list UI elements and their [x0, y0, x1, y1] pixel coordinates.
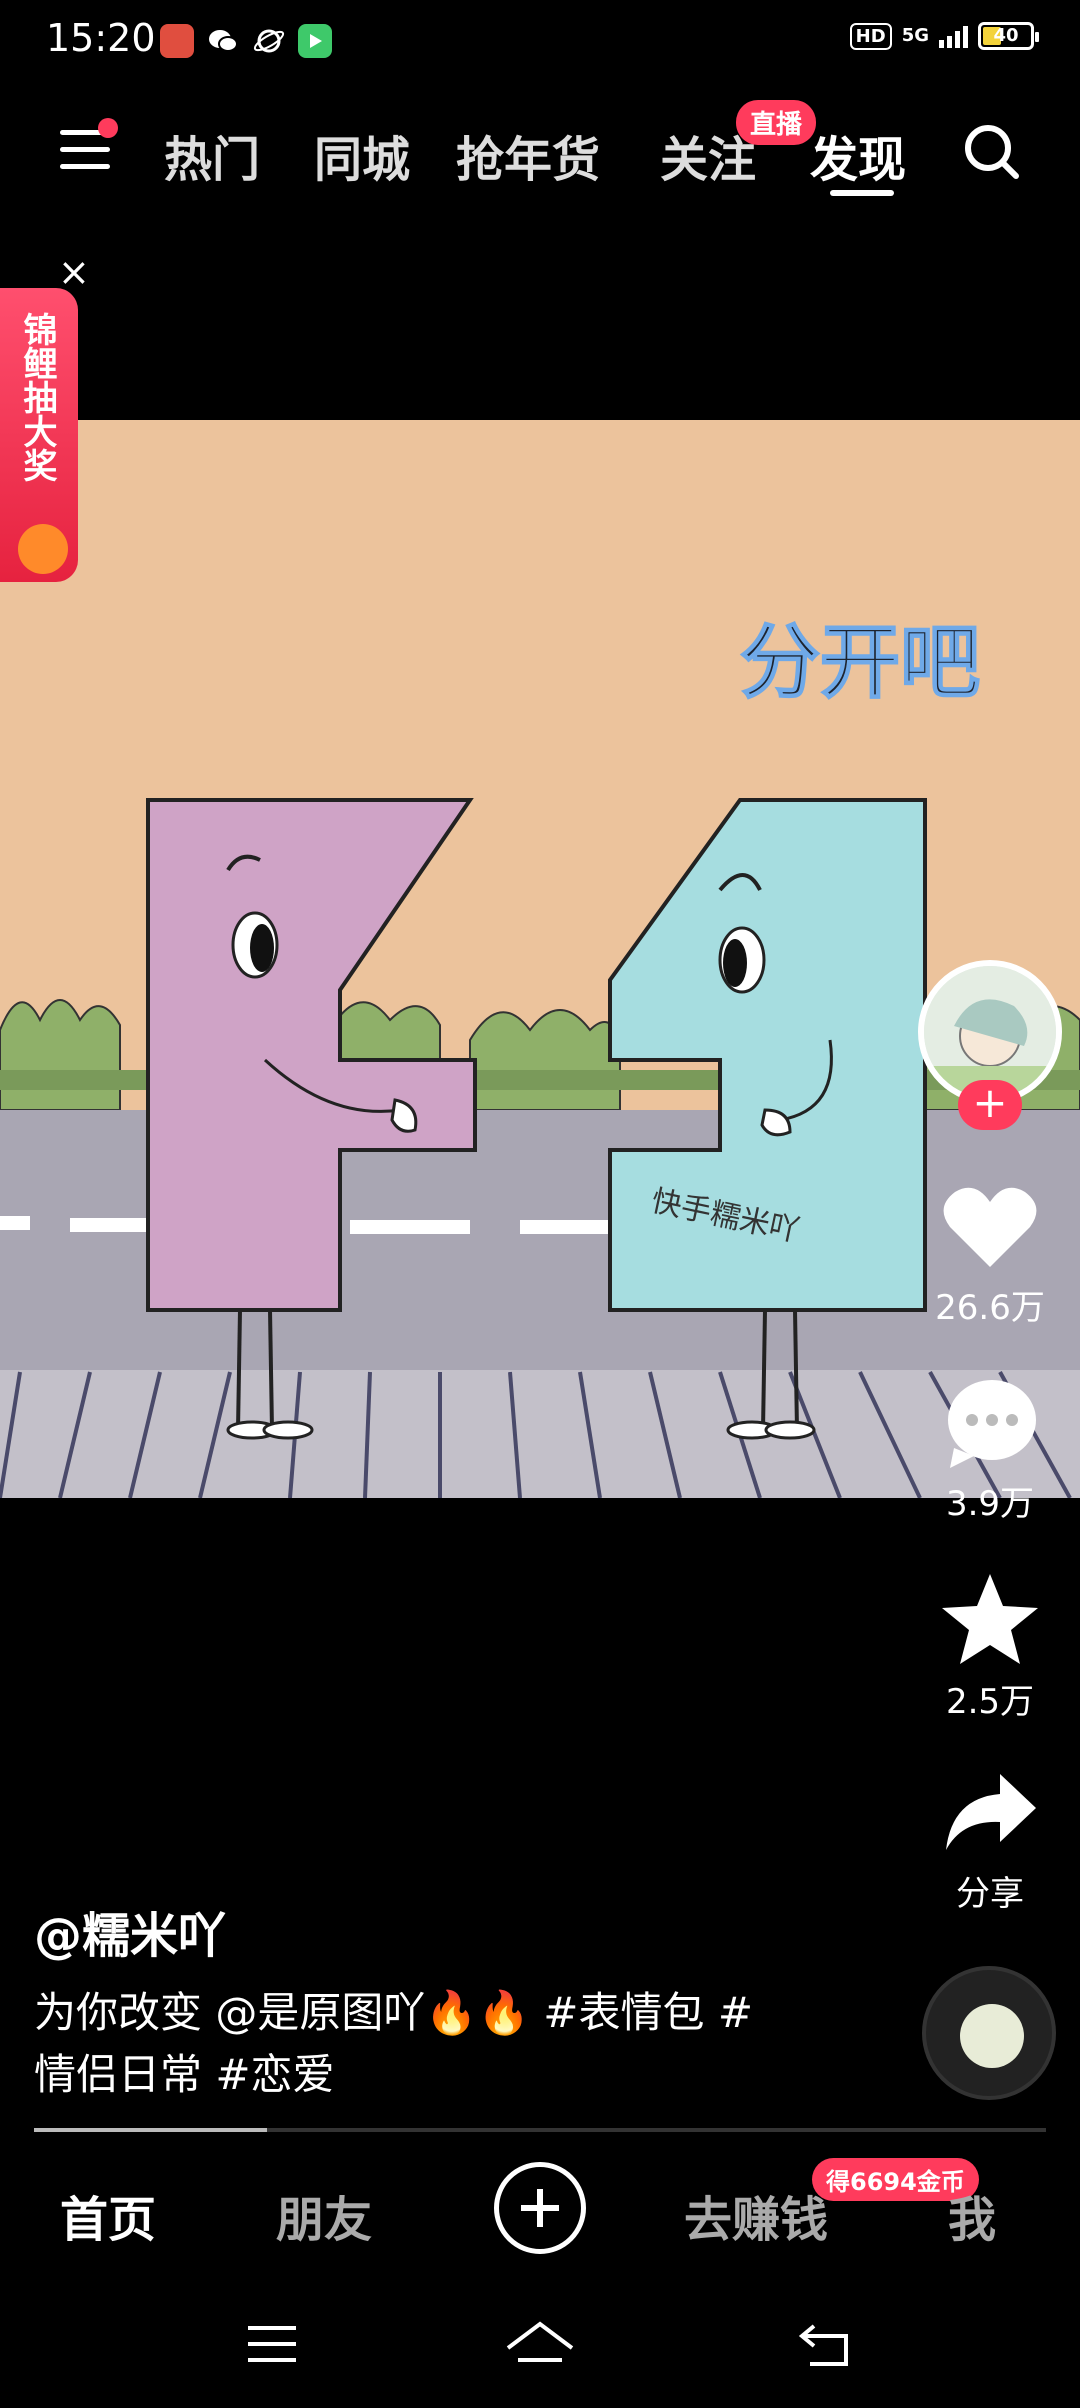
tab-new-year-shopping[interactable]: 抢年货 [456, 120, 600, 190]
video-app-icon [160, 24, 194, 58]
video-player[interactable]: 分开吧 快手糯米吖 [0, 420, 1080, 1498]
battery-icon: 40 [978, 22, 1039, 50]
kuaishou-video-screen: 15:20 HD 5G 40 热门 同城 抢年货 关注 直播 发现 分开吧 快手… [0, 0, 1080, 2408]
nav-home[interactable]: 首页 [60, 2180, 156, 2250]
tab-discover[interactable]: 发现 [810, 120, 906, 190]
top-nav: 热门 同城 抢年货 关注 直播 发现 [0, 100, 1080, 200]
signal-icon [939, 24, 968, 48]
planet-icon [252, 24, 286, 58]
bottom-nav: 首页 朋友 去赚钱 得6694金币 我 [0, 2150, 1080, 2270]
wechat-icon [206, 24, 240, 58]
share-button[interactable]: 分享 [910, 1768, 1070, 1915]
koi-fish-icon [18, 524, 68, 574]
search-icon[interactable] [962, 122, 1022, 182]
status-time: 15:20 [46, 16, 156, 60]
tab-local[interactable]: 同城 [314, 120, 410, 190]
video-progress-bar[interactable] [34, 2128, 1046, 2132]
author-name[interactable]: @糯米吖 [34, 1896, 226, 1966]
status-bar: 15:20 HD 5G 40 [0, 0, 1080, 84]
player-app-icon [298, 24, 332, 58]
status-indicators: HD 5G 40 [849, 22, 1039, 50]
music-disc[interactable] [922, 1966, 1056, 2100]
like-count: 26.6万 [935, 1288, 1045, 1328]
video-overlay-text: 分开吧 [740, 616, 980, 709]
caption-line-1: 为你改变 @是原图吖🔥🔥 #表情包 # [34, 1988, 754, 2037]
battery-percent: 40 [993, 25, 1019, 46]
star-icon [942, 1574, 1038, 1664]
share-label: 分享 [956, 1874, 1024, 1914]
menu-icon[interactable] [60, 118, 118, 174]
caption-line-2: 情侣日常 #恋爱 [34, 2050, 335, 2099]
live-badge[interactable]: 直播 [736, 100, 817, 145]
share-arrow-icon [946, 1774, 1036, 1850]
home-icon[interactable] [504, 2320, 576, 2376]
create-post-button[interactable] [494, 2162, 586, 2254]
active-tab-indicator [830, 190, 894, 196]
network-type: 5G [901, 25, 929, 46]
notification-icons [160, 24, 332, 58]
promo-close-icon[interactable]: × [58, 250, 90, 294]
video-frame: 分开吧 快手糯米吖 [0, 420, 1080, 1498]
hd-badge: HD [849, 22, 892, 50]
menu-notification-dot [98, 118, 118, 138]
tab-hot[interactable]: 热门 [164, 120, 260, 190]
video-progress-fill [34, 2128, 267, 2132]
comment-count: 3.9万 [945, 1484, 1035, 1524]
like-button[interactable]: 26.6万 [910, 1182, 1070, 1329]
comment-button[interactable]: 3.9万 [910, 1378, 1070, 1525]
nav-earn-money[interactable]: 去赚钱 [684, 2180, 828, 2250]
recent-apps-icon[interactable] [244, 2320, 300, 2370]
favorite-button[interactable]: 2.5万 [910, 1572, 1070, 1723]
favorite-count: 2.5万 [945, 1682, 1035, 1722]
heart-icon [943, 1187, 1037, 1267]
koi-lottery-promo[interactable]: 锦鲤抽大奖 [0, 288, 78, 582]
system-nav-bar [0, 2296, 1080, 2408]
promo-label: 锦鲤抽大奖 [17, 312, 57, 482]
post-caption[interactable]: 为你改变 @是原图吖🔥🔥 #表情包 # 情侣日常 #恋爱 [34, 1982, 774, 2106]
nav-friends[interactable]: 朋友 [276, 2180, 372, 2250]
music-cover-icon [960, 2004, 1024, 2068]
nav-me[interactable]: 我 [948, 2180, 996, 2250]
comment-icon [948, 1380, 1036, 1468]
follow-button[interactable]: + [958, 1080, 1022, 1130]
back-icon[interactable] [796, 2320, 852, 2370]
